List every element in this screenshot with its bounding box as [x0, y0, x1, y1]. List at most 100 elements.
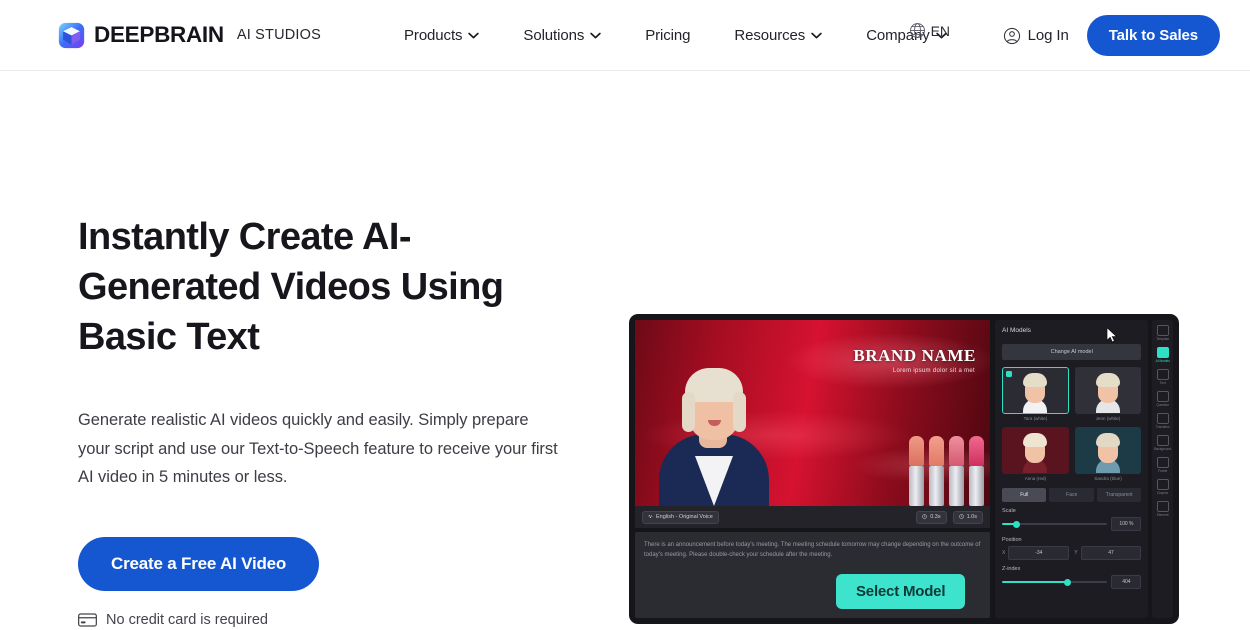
position-control: X -34 Y 47	[1002, 546, 1142, 560]
z-index-value[interactable]: 404	[1111, 575, 1142, 589]
position-y-axis: Y	[1074, 550, 1078, 556]
nav-item-products[interactable]: Products	[382, 19, 501, 52]
main-navigation: Products Solutions Pricing Resources Com…	[382, 19, 969, 52]
z-index-control: 404	[1002, 575, 1142, 589]
rail-label: Transition	[1155, 425, 1170, 429]
rail-item-template[interactable]: Template	[1156, 325, 1169, 341]
rail-item-question[interactable]: Question	[1156, 391, 1169, 407]
login-button[interactable]: Log In	[1003, 27, 1069, 45]
nav-item-solutions[interactable]: Solutions	[501, 19, 623, 52]
model-name: Anna (red)	[1024, 476, 1046, 481]
no-credit-card-note: No credit card is required	[78, 612, 560, 628]
position-x-axis: X	[1002, 550, 1006, 556]
editor-tool-rail: Template AI Models Text Question Transit…	[1152, 320, 1173, 618]
graphic-icon	[1156, 479, 1169, 490]
panel-title: AI Models	[1002, 327, 1031, 334]
nav-label: Resources	[734, 26, 806, 44]
rail-item-text[interactable]: Text	[1156, 369, 1169, 385]
model-name: Sandra (blue)	[1094, 476, 1122, 481]
segment-full[interactable]: Full	[1002, 488, 1047, 502]
model-name: Tara (white)	[1023, 416, 1048, 421]
scale-value[interactable]: 100 %	[1111, 517, 1142, 531]
rail-label: Graphic	[1157, 491, 1169, 495]
scale-control: 100 %	[1002, 517, 1142, 531]
scale-slider[interactable]	[1002, 520, 1108, 529]
question-icon	[1156, 391, 1169, 402]
element-icon	[1156, 501, 1169, 512]
voice-label: English - Original Voice	[656, 514, 713, 520]
mouse-pointer-icon	[1106, 326, 1118, 343]
rail-label: Frame	[1158, 469, 1168, 473]
nav-label: Solutions	[523, 26, 585, 44]
chevron-down-icon	[590, 32, 601, 39]
model-card[interactable]: Jenn (white)	[1074, 367, 1142, 421]
timing-label: 1.0s	[966, 514, 977, 520]
ai-presenter-avatar	[651, 336, 777, 506]
model-card[interactable]: Anna (red)	[1002, 427, 1069, 481]
model-crop-segmented-control: Full Face Transparent	[1002, 488, 1142, 502]
brand-suffix: AI STUDIOS	[236, 27, 322, 43]
video-canvas[interactable]: BRAND NAME Lorem ipsum dolor sit a met	[635, 320, 990, 506]
brand-logo[interactable]: DEEPBRAIN AI STUDIOS	[58, 22, 321, 49]
rail-item-background[interactable]: Background	[1154, 435, 1171, 451]
z-index-label: Z-index	[1002, 566, 1021, 572]
rail-label: Template	[1156, 337, 1170, 341]
globe-icon	[909, 22, 926, 39]
z-index-slider[interactable]	[1002, 578, 1108, 587]
rail-item-ai-models[interactable]: AI Models	[1156, 347, 1170, 363]
text-icon	[1156, 369, 1169, 380]
rail-label: Background	[1154, 447, 1172, 451]
change-ai-model-button[interactable]: Change AI model	[1002, 344, 1142, 360]
canvas-brand-name: BRAND NAME	[853, 346, 976, 365]
position-label: Position	[1002, 537, 1022, 543]
select-model-button[interactable]: Select Model	[836, 574, 966, 609]
cube-logo-icon	[58, 22, 85, 49]
rail-item-transition[interactable]: Transition	[1156, 413, 1170, 429]
model-name: Jenn (white)	[1095, 416, 1121, 421]
lipstick-product-graphic	[909, 436, 984, 506]
login-label: Log In	[1027, 27, 1069, 44]
chevron-down-icon	[811, 32, 822, 39]
segment-transparent[interactable]: Transparent	[1096, 488, 1142, 502]
chevron-down-icon	[468, 32, 480, 39]
clock-icon	[922, 513, 927, 521]
scale-label: Scale	[1002, 508, 1016, 514]
position-x-value[interactable]: -34	[1008, 546, 1070, 560]
rail-item-element[interactable]: Element	[1156, 501, 1169, 517]
language-selector[interactable]: EN	[909, 22, 950, 39]
transition-icon	[1156, 413, 1169, 424]
rail-item-frame[interactable]: Frame	[1156, 457, 1169, 473]
header-actions: EN Log In Talk to Sales	[909, 0, 1220, 71]
stage-toolbar: English - Original Voice 0.3s 1.0s	[635, 506, 990, 528]
rail-item-graphic[interactable]: Graphic	[1156, 479, 1169, 495]
timing-badge-1[interactable]: 0.3s	[916, 510, 947, 524]
model-card[interactable]: Tara (white)	[1002, 367, 1069, 421]
rail-label: Question	[1156, 403, 1170, 407]
model-grid: Tara (white) Jenn (white) Anna (red) San…	[1002, 367, 1142, 481]
nav-label: Products	[404, 26, 463, 44]
create-free-ai-video-button[interactable]: Create a Free AI Video	[78, 536, 320, 591]
voice-selector[interactable]: English - Original Voice	[642, 510, 719, 524]
brand-name: DEEPBRAIN	[94, 21, 224, 47]
voice-wave-icon	[648, 513, 653, 521]
no-credit-card-label: No credit card is required	[106, 611, 268, 628]
hero-copy: Instantly Create AI-Generated Videos Usi…	[0, 71, 560, 630]
rail-label: Element	[1156, 513, 1169, 517]
rail-label: AI Models	[1155, 359, 1170, 363]
model-card[interactable]: Sandra (blue)	[1074, 427, 1142, 481]
credit-card-icon	[78, 612, 97, 627]
background-icon	[1156, 435, 1169, 446]
position-y-value[interactable]: 47	[1080, 546, 1142, 560]
nav-item-resources[interactable]: Resources	[712, 19, 844, 52]
person-icon	[1156, 347, 1169, 358]
rail-label: Text	[1159, 381, 1166, 385]
selected-badge-icon	[1006, 371, 1012, 377]
timing-badge-2[interactable]: 1.0s	[952, 510, 983, 524]
language-label: EN	[930, 22, 951, 39]
talk-to-sales-button[interactable]: Talk to Sales	[1086, 15, 1220, 56]
frame-icon	[1156, 457, 1169, 468]
hero-section: Instantly Create AI-Generated Videos Usi…	[0, 71, 1250, 630]
nav-item-pricing[interactable]: Pricing	[623, 19, 712, 52]
site-header: DEEPBRAIN AI STUDIOS Products Solutions …	[0, 0, 1250, 71]
segment-face[interactable]: Face	[1049, 488, 1094, 502]
